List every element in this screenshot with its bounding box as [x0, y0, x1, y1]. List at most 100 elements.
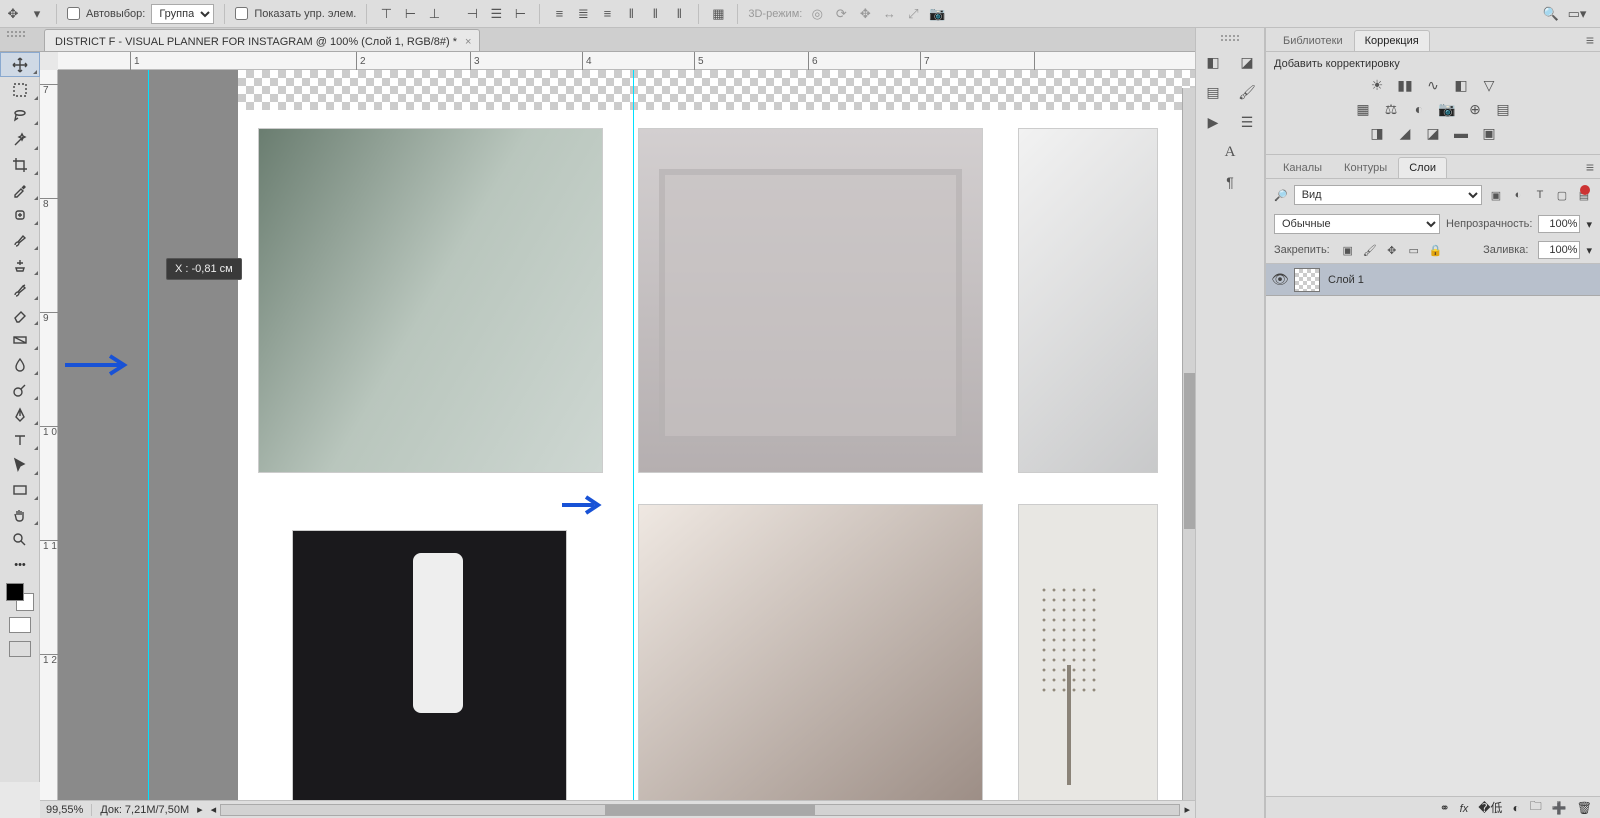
opacity-dropdown-icon[interactable]: ▾ — [1586, 218, 1592, 231]
marquee-tool[interactable] — [0, 77, 40, 102]
align-top-icon[interactable]: ⊤ — [377, 5, 395, 23]
quick-mask-toggle[interactable] — [0, 613, 40, 637]
history-panel-icon[interactable]: ◧ — [1201, 52, 1225, 72]
status-flyout-icon[interactable]: ▸ — [197, 803, 203, 816]
eyedropper-tool[interactable] — [0, 177, 40, 202]
posterize-icon[interactable]: ◢ — [1395, 124, 1415, 142]
opacity-input[interactable] — [1538, 215, 1580, 233]
panel-menu-icon[interactable]: ≡ — [1586, 32, 1594, 48]
zoom-level[interactable]: 99,55% — [46, 804, 92, 816]
filter-toggle-indicator[interactable] — [1580, 185, 1590, 195]
paragraph-panel-icon[interactable]: ¶ — [1218, 172, 1242, 192]
hand-tool[interactable] — [0, 502, 40, 527]
vertical-ruler[interactable]: 7 8 9 1 0 1 1 1 2 — [40, 70, 58, 800]
distribute-bottom-icon[interactable]: ≡ — [598, 5, 616, 23]
layer-row[interactable]: 👁 Слой 1 — [1266, 264, 1600, 296]
move-tool-icon[interactable]: ✥ — [4, 5, 22, 23]
fill-dropdown-icon[interactable]: ▾ — [1586, 244, 1592, 257]
hue-sat-icon[interactable]: ▦ — [1353, 100, 1373, 118]
tab-correction[interactable]: Коррекция — [1354, 30, 1430, 51]
lock-artboard-icon[interactable]: ▭ — [1406, 242, 1422, 258]
show-transform-checkbox[interactable] — [235, 7, 248, 20]
pen-tool[interactable] — [0, 402, 40, 427]
brushes-panel-icon[interactable]: 🖌 — [1235, 82, 1259, 102]
layer-filter-select[interactable]: Вид — [1294, 185, 1482, 205]
search-icon[interactable]: 🔍 — [1542, 5, 1560, 23]
filter-type-icon[interactable]: T — [1532, 187, 1548, 203]
filter-adjust-icon[interactable]: ◐ — [1510, 187, 1526, 203]
screen-mode-toggle[interactable] — [0, 637, 40, 661]
tab-paths[interactable]: Контуры — [1333, 157, 1398, 178]
align-hcenter-icon[interactable]: ☰ — [487, 5, 505, 23]
color-swatch[interactable] — [6, 583, 34, 611]
eraser-tool[interactable] — [0, 302, 40, 327]
brush-tool[interactable] — [0, 227, 40, 252]
dodge-tool[interactable] — [0, 377, 40, 402]
scroll-right-icon[interactable]: ▸ — [1184, 803, 1190, 816]
channel-mixer-icon[interactable]: ⊕ — [1465, 100, 1485, 118]
fill-input[interactable] — [1538, 241, 1580, 259]
clone-stamp-tool[interactable] — [0, 252, 40, 277]
distribute-left-icon[interactable]: ‖ — [622, 5, 640, 23]
history-brush-tool[interactable] — [0, 277, 40, 302]
healing-tool[interactable] — [0, 202, 40, 227]
magic-wand-tool[interactable] — [0, 127, 40, 152]
properties-panel-icon[interactable]: ☰ — [1235, 112, 1259, 132]
levels-icon[interactable]: ▮▮ — [1395, 76, 1415, 94]
lock-pixels-icon[interactable]: ▣ — [1340, 242, 1356, 258]
scroll-left-icon[interactable]: ◂ — [211, 803, 217, 816]
filter-pixel-icon[interactable]: ▣ — [1488, 187, 1504, 203]
new-layer-icon[interactable]: ➕ — [1552, 801, 1567, 815]
photo-filter-icon[interactable]: 📷 — [1437, 100, 1457, 118]
document-tab[interactable]: DISTRICT F - VISUAL PLANNER FOR INSTAGRA… — [44, 29, 480, 51]
new-group-icon[interactable]: 🗀 — [1530, 797, 1542, 818]
delete-layer-icon[interactable]: 🗑 — [1577, 801, 1592, 815]
lock-position-icon[interactable]: ✥ — [1384, 242, 1400, 258]
layers-list[interactable]: 👁 Слой 1 — [1266, 264, 1600, 796]
canvas-viewport[interactable]: X : -0,81 см — [58, 70, 1196, 800]
lock-brush-icon[interactable]: 🖌 — [1362, 242, 1378, 258]
new-adjustment-icon[interactable]: ◐ — [1513, 801, 1520, 815]
zoom-tool[interactable] — [0, 527, 40, 552]
add-mask-icon[interactable]: �低 — [1478, 799, 1502, 816]
auto-select-checkbox[interactable] — [67, 7, 80, 20]
auto-align-icon[interactable]: ▦ — [709, 5, 727, 23]
align-vcenter-icon[interactable]: ⊢ — [401, 5, 419, 23]
lock-all-icon[interactable]: 🔒 — [1428, 242, 1444, 258]
crop-tool[interactable] — [0, 152, 40, 177]
path-select-tool[interactable] — [0, 452, 40, 477]
align-right-icon[interactable]: ⊢ — [511, 5, 529, 23]
move-tool[interactable] — [0, 52, 40, 77]
layer-fx-icon[interactable]: fx — [1460, 801, 1469, 815]
auto-select-mode-select[interactable]: Группа — [151, 4, 214, 24]
layer-thumbnail[interactable] — [1294, 268, 1320, 292]
gradient-tool[interactable] — [0, 327, 40, 352]
character-panel-icon[interactable]: A — [1218, 142, 1242, 162]
options-dropdown-icon[interactable]: ▾ — [28, 5, 46, 23]
tab-handle-icon[interactable] — [6, 30, 26, 38]
distribute-vcenter-icon[interactable]: ≣ — [574, 5, 592, 23]
workspace-icon[interactable]: ▭▾ — [1568, 5, 1586, 23]
color-balance-icon[interactable]: ⚖ — [1381, 100, 1401, 118]
layers-menu-icon[interactable]: ≡ — [1586, 159, 1594, 175]
close-tab-icon[interactable]: × — [465, 36, 471, 48]
distribute-hcenter-icon[interactable]: ‖ — [646, 5, 664, 23]
color-panel-icon[interactable]: ◪ — [1235, 52, 1259, 72]
exposure-icon[interactable]: ◧ — [1451, 76, 1471, 94]
vertical-scrollbar[interactable] — [1182, 88, 1196, 800]
visibility-toggle-icon[interactable]: 👁 — [1266, 271, 1294, 288]
horizontal-scrollbar[interactable]: ◂ ▸ — [211, 803, 1190, 816]
vertical-guide-2[interactable] — [633, 70, 634, 800]
lasso-tool[interactable] — [0, 102, 40, 127]
vibrance-icon[interactable]: ▽ — [1479, 76, 1499, 94]
align-left-icon[interactable]: ⊣ — [463, 5, 481, 23]
brightness-contrast-icon[interactable]: ☀ — [1367, 76, 1387, 94]
selective-color-icon[interactable]: ▣ — [1479, 124, 1499, 142]
horizontal-ruler[interactable]: 1 2 3 4 5 6 7 — [58, 52, 1196, 70]
filter-search-icon[interactable]: 🔎 — [1274, 189, 1288, 202]
color-lookup-icon[interactable]: ▤ — [1493, 100, 1513, 118]
align-bottom-icon[interactable]: ⊥ — [425, 5, 443, 23]
tab-layers[interactable]: Слои — [1398, 157, 1447, 178]
gradient-map-icon[interactable]: ▬ — [1451, 124, 1471, 142]
type-tool[interactable] — [0, 427, 40, 452]
